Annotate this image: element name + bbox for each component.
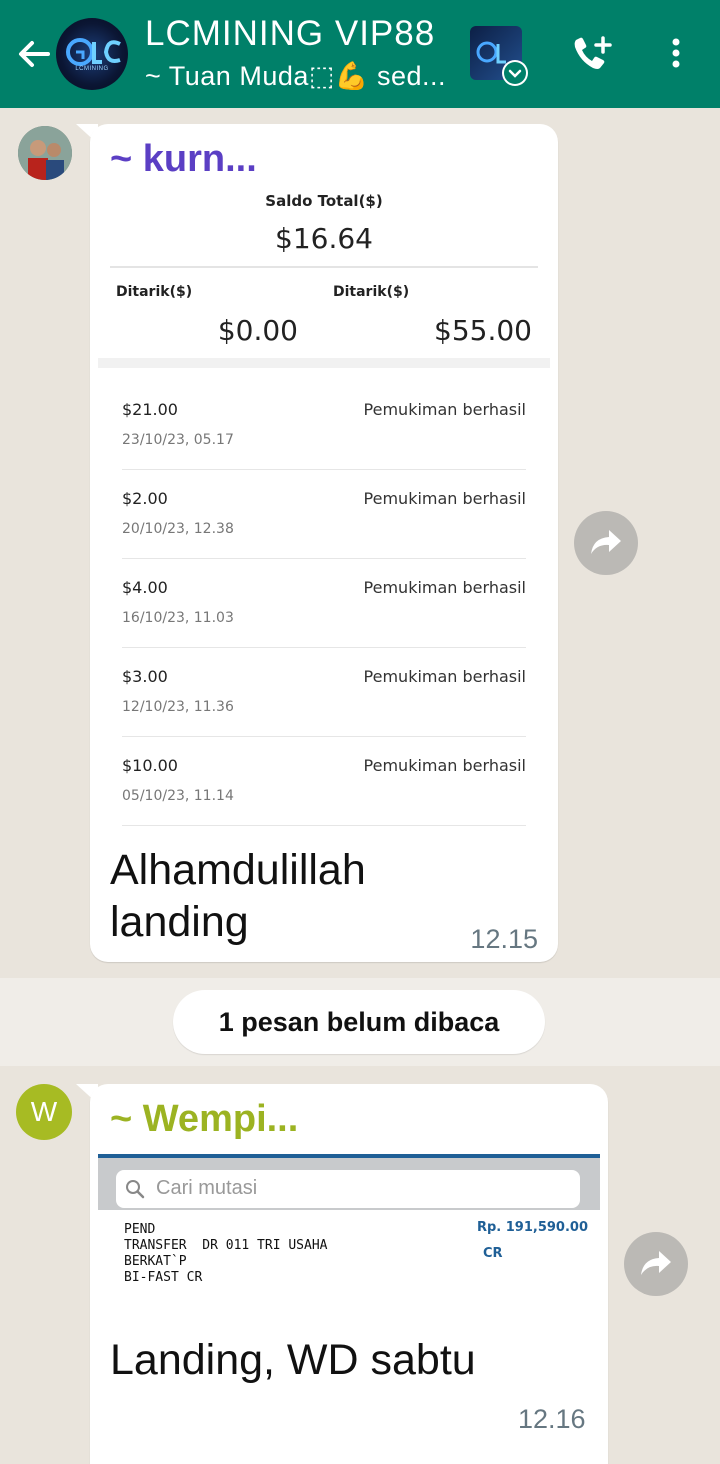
message-text-line: landing [110,898,249,946]
transaction-row[interactable]: $2.00 Pemukiman berhasil 20/10/23, 12.38 [122,469,526,559]
transaction-date: 16/10/23, 11.03 [122,610,234,626]
transaction-date: 23/10/23, 05.17 [122,432,234,448]
balance-label: Saldo Total($) [265,192,383,210]
message-text: Landing, WD sabtu [110,1336,476,1384]
chevron-down-icon[interactable] [502,60,528,86]
back-arrow-icon[interactable] [14,34,54,74]
search-input[interactable]: Cari mutasi [116,1170,580,1208]
transaction-row[interactable]: $3.00 Pemukiman berhasil 12/10/23, 11.36 [122,647,526,737]
message-bubble[interactable]: ~ kurn... Saldo Total($) $16.64 Ditarik(… [90,124,558,962]
image-attachment[interactable]: Cari mutasi PEND TRANSFER DR 011 TRI USA… [98,1154,600,1324]
forward-button[interactable] [624,1232,688,1296]
transaction-amount: $21.00 [122,400,178,419]
message-text-line: Alhamdulillah [110,846,366,894]
video-call-avatar-icon[interactable] [470,26,528,86]
add-call-icon[interactable] [570,34,614,74]
image-attachment[interactable]: Saldo Total($) $16.64 Ditarik($) Ditarik… [98,174,550,934]
transaction-amount: $2.00 [122,489,168,508]
message-time: 12.16 [518,1404,586,1434]
group-title[interactable]: LCMINING VIP88 [145,14,435,54]
mutation-line: BERKAT`P [124,1254,187,1269]
transaction-date: 12/10/23, 11.36 [122,699,234,715]
transaction-status: Pemukiman berhasil [363,667,526,686]
avatar-logo-text: LCMINING [75,66,109,72]
mutation-line: BI-FAST CR [124,1270,203,1285]
forward-icon [641,1251,671,1275]
unread-messages-notice: 1 pesan belum dibaca [173,990,545,1054]
withdrawn-right-label: Ditarik($) [333,284,410,300]
transaction-amount: $10.00 [122,756,178,775]
mutation-amount: Rp. 191,590.00 [476,1220,588,1235]
transaction-date: 20/10/23, 12.38 [122,521,234,537]
search-placeholder: Cari mutasi [156,1177,258,1199]
transaction-status: Pemukiman berhasil [363,400,526,419]
divider [110,266,538,268]
search-icon [126,1180,145,1199]
message-time: 12.15 [470,924,538,954]
transaction-row[interactable]: $10.00 Pemukiman berhasil 05/10/23, 11.1… [122,736,526,826]
search-bar: Cari mutasi [98,1154,600,1210]
transaction-status: Pemukiman berhasil [363,489,526,508]
section-divider [98,358,550,368]
balance-value: $16.64 [275,222,373,255]
mutation-line: PEND [124,1222,156,1237]
chat-header: LCMINING LCMINING VIP88 ~ Tuan Muda⬚💪 se… [0,0,720,108]
group-avatar[interactable]: LCMINING [56,18,128,90]
transaction-row[interactable]: $21.00 Pemukiman berhasil 23/10/23, 05.1… [122,380,526,470]
mutation-line: TRANSFER DR 011 TRI USAHA [124,1238,328,1253]
transaction-date: 05/10/23, 11.14 [122,788,234,804]
sender-name[interactable]: ~ Wempi... [110,1098,298,1141]
sender-avatar[interactable]: W [16,1084,72,1140]
forward-button[interactable] [574,511,638,575]
transaction-status: Pemukiman berhasil [363,578,526,597]
forward-icon [591,530,621,554]
transaction-status: Pemukiman berhasil [363,756,526,775]
withdrawn-right-value: $55.00 [434,314,532,347]
transaction-row[interactable]: $4.00 Pemukiman berhasil 16/10/23, 11.03 [122,558,526,648]
transaction-amount: $4.00 [122,578,168,597]
group-subtitle[interactable]: ~ Tuan Muda⬚💪 sed... [145,60,446,92]
withdrawn-left-label: Ditarik($) [116,284,193,300]
withdrawn-left-value: $0.00 [217,314,298,347]
more-options-icon[interactable] [664,34,688,74]
chat-area[interactable]: ~ kurn... Saldo Total($) $16.64 Ditarik(… [0,108,720,1464]
mutation-type: CR [483,1246,503,1261]
sender-avatar[interactable] [18,126,72,180]
transaction-amount: $3.00 [122,667,168,686]
avatar-initial: W [30,1096,58,1127]
